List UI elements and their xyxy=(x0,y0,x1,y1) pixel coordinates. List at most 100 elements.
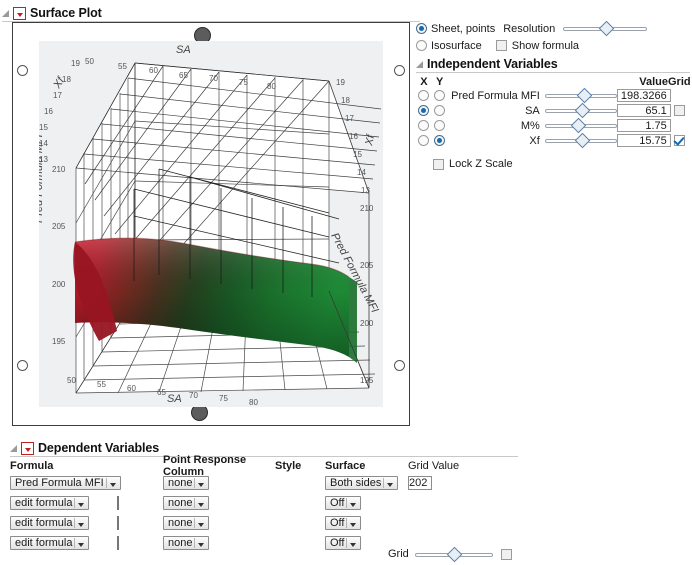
svg-text:205: 205 xyxy=(360,261,374,270)
dv-surface-label-1: Off xyxy=(330,496,345,509)
svg-text:60: 60 xyxy=(149,66,158,75)
radio-sheet-points[interactable] xyxy=(416,23,427,34)
table-row: Pred Formula MFI none Both sides 202 xyxy=(10,473,570,493)
lock-z-scale-row: Lock Z Scale xyxy=(428,158,690,170)
iv-grid-checkbox-1[interactable] xyxy=(673,105,685,117)
dv-formula-dropdown-1[interactable]: edit formula xyxy=(10,495,90,510)
axis-label-left-mfi: Pred Formula MFI xyxy=(39,134,45,223)
svg-text:19: 19 xyxy=(336,78,345,87)
dv-formula-dropdown-2[interactable]: edit formula xyxy=(10,515,90,530)
checkbox-grid[interactable] xyxy=(500,548,512,560)
dv-header-grid-value: Grid Value xyxy=(408,460,460,472)
iv-slider-thumb-2[interactable] xyxy=(570,117,587,134)
surface-plot-window: Surface Plot 50 55 60 65 70 75 80 SA 19 … xyxy=(0,0,692,565)
iv-radio-y-2[interactable] xyxy=(433,120,445,132)
dv-surface-dropdown-3[interactable]: Off xyxy=(325,535,362,550)
iv-grid-checkbox-3[interactable] xyxy=(673,135,685,147)
svg-text:210: 210 xyxy=(52,165,66,174)
chevron-down-icon xyxy=(350,502,357,507)
svg-text:205: 205 xyxy=(52,222,66,231)
dv-point-response-dropdown-3[interactable]: none xyxy=(163,535,210,550)
iv-slider-thumb-0[interactable] xyxy=(576,87,593,104)
svg-text:50: 50 xyxy=(67,376,76,385)
dv-column-headers: Formula Point Response Column Style Surf… xyxy=(10,454,570,478)
dv-color-swatch-3[interactable] xyxy=(117,536,119,550)
chevron-down-icon xyxy=(198,482,205,487)
iv-radio-y-3[interactable] xyxy=(433,135,445,147)
rotate-handle-left-upper[interactable] xyxy=(17,65,28,76)
rotate-handle-left-lower[interactable] xyxy=(17,360,28,371)
dv-color-swatch-2[interactable] xyxy=(117,516,119,530)
chevron-down-icon xyxy=(387,482,394,487)
iv-slider-2[interactable] xyxy=(544,117,617,134)
independent-variables-table: X Y Value Grid Pred Formula MFI 198.3266 xyxy=(416,75,691,149)
resolution-slider[interactable] xyxy=(563,20,648,37)
checkbox-show-formula[interactable] xyxy=(495,40,507,51)
dv-point-response-dropdown-1[interactable]: none xyxy=(163,495,210,510)
dv-grid-value-input[interactable]: 202 xyxy=(408,476,433,490)
svg-text:17: 17 xyxy=(53,91,62,100)
iv-slider-0[interactable] xyxy=(544,87,617,104)
iv-name-0: Pred Formula MFI xyxy=(451,89,540,102)
label-lock-z-scale: Lock Z Scale xyxy=(449,158,513,170)
dv-header-surface: Surface xyxy=(325,460,366,472)
dv-formula-dropdown-0[interactable]: Pred Formula MFI xyxy=(10,475,121,490)
triangle-down-icon[interactable] xyxy=(2,9,11,18)
iv-value-1[interactable]: 65.1 xyxy=(616,104,671,117)
iv-slider-thumb-3[interactable] xyxy=(574,132,591,149)
dv-color-swatch-1[interactable] xyxy=(117,496,119,510)
triangle-down-icon-dependent[interactable] xyxy=(10,444,19,453)
iv-slider-thumb-1[interactable] xyxy=(574,102,591,119)
label-resolution: Resolution xyxy=(503,22,556,35)
svg-text:65: 65 xyxy=(179,71,188,80)
svg-text:19: 19 xyxy=(71,59,80,68)
dv-surface-label-2: Off xyxy=(330,516,345,529)
dv-point-response-dropdown-0[interactable]: none xyxy=(163,475,210,490)
iv-radio-x-2[interactable] xyxy=(418,120,430,132)
iv-radio-x-0[interactable] xyxy=(418,90,430,102)
dv-prc-label-2: none xyxy=(168,516,193,529)
red-dropdown-icon-dependent[interactable] xyxy=(21,441,34,455)
iv-radio-x-1[interactable] xyxy=(418,105,430,117)
dv-surface-dropdown-0[interactable]: Both sides xyxy=(325,475,399,490)
resolution-slider-thumb[interactable] xyxy=(598,20,615,37)
iv-column-headers: X Y Value Grid xyxy=(416,75,690,88)
iv-name-3: Xf xyxy=(529,134,540,147)
plot-frame[interactable]: 50 55 60 65 70 75 80 SA 19 18 17 16 15 1… xyxy=(12,22,410,426)
dv-point-response-dropdown-2[interactable]: none xyxy=(163,515,210,530)
checkbox-lock-z-scale[interactable] xyxy=(433,158,444,170)
svg-text:SA: SA xyxy=(176,44,191,56)
radio-isosurface[interactable] xyxy=(416,40,427,51)
iv-value-3[interactable]: 15.75 xyxy=(616,134,671,147)
svg-text:14: 14 xyxy=(357,168,366,177)
iv-value-2[interactable]: 1.75 xyxy=(616,119,671,132)
iv-name-1: SA xyxy=(525,104,540,117)
rotate-handle-right-lower[interactable] xyxy=(394,360,405,371)
triangle-down-icon-independent[interactable] xyxy=(416,60,425,69)
iv-radio-y-1[interactable] xyxy=(433,105,445,117)
dv-surface-dropdown-1[interactable]: Off xyxy=(325,495,362,510)
iv-slider-1[interactable] xyxy=(544,102,617,119)
dv-header-style: Style xyxy=(275,460,302,472)
grid-slider-thumb[interactable] xyxy=(446,546,463,562)
iv-radio-y-0[interactable] xyxy=(433,90,445,102)
grid-slider-row: Grid xyxy=(388,546,512,562)
svg-text:16: 16 xyxy=(349,132,358,141)
table-row: Xf 15.75 xyxy=(416,132,688,149)
iv-value-0[interactable]: 198.3266 xyxy=(616,89,671,102)
svg-text:75: 75 xyxy=(239,78,248,87)
rotate-handle-right-upper[interactable] xyxy=(394,65,405,76)
iv-radio-x-3[interactable] xyxy=(418,135,430,147)
svg-text:65: 65 xyxy=(157,388,166,397)
mode-row-isosurface: Isosurface Show formula xyxy=(416,39,690,52)
label-show-formula: Show formula xyxy=(511,39,580,52)
independent-variables-header: Independent Variables xyxy=(416,56,690,73)
plot-canvas[interactable]: 50 55 60 65 70 75 80 SA 19 18 17 16 15 1… xyxy=(39,41,383,407)
red-dropdown-icon[interactable] xyxy=(13,6,26,20)
iv-slider-3[interactable] xyxy=(544,132,617,149)
dv-surface-dropdown-2[interactable]: Off xyxy=(325,515,362,530)
grid-slider[interactable] xyxy=(414,546,493,562)
table-row: M% 1.75 xyxy=(416,117,688,134)
dv-formula-dropdown-3[interactable]: edit formula xyxy=(10,535,90,550)
surface-plot-graphic: 50 55 60 65 70 75 80 SA 19 18 17 16 15 1… xyxy=(39,41,383,407)
